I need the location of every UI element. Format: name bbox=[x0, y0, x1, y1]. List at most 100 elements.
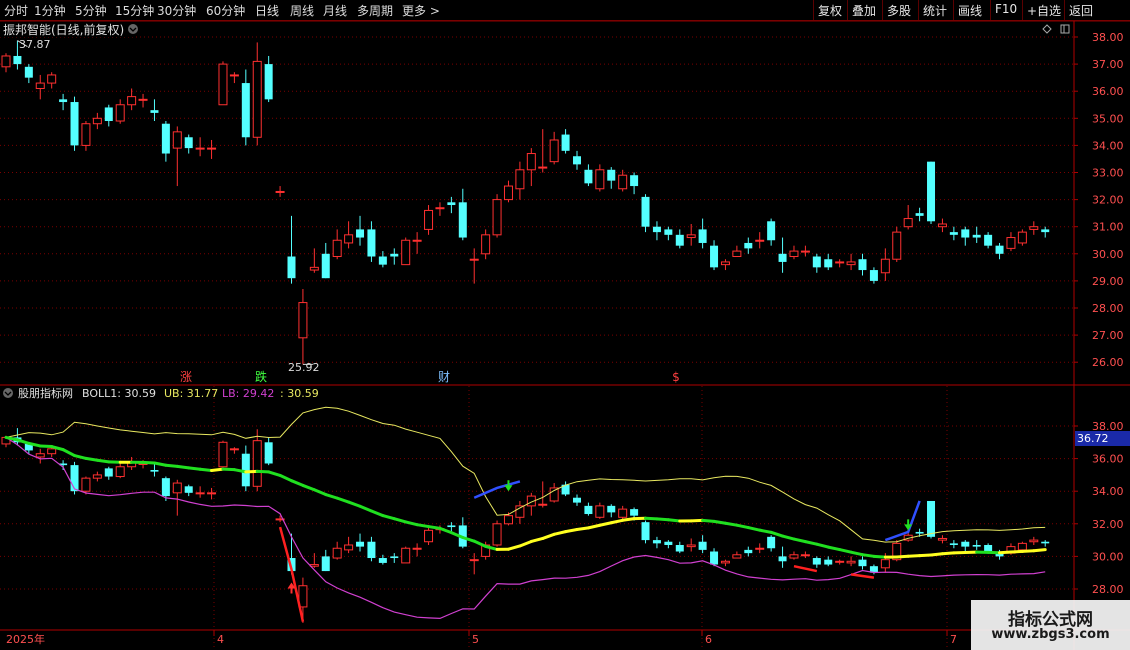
main-candle bbox=[424, 209, 434, 230]
middle-band-segment bbox=[849, 550, 864, 557]
ind-dropdown-icon bbox=[3, 388, 13, 398]
middle-band-segment bbox=[861, 553, 876, 558]
middle-band-segment bbox=[803, 540, 819, 546]
main-candle bbox=[367, 229, 376, 257]
middle-band-segment bbox=[644, 516, 659, 521]
ind-candle bbox=[195, 492, 205, 495]
ind-candle bbox=[710, 551, 719, 565]
ind-candle bbox=[1017, 542, 1027, 551]
ind-candle bbox=[846, 560, 856, 564]
y-tick-label: 30.00 bbox=[1092, 248, 1124, 261]
watermark-url: www.zbgs3.com bbox=[991, 627, 1110, 642]
middle-band-segment bbox=[141, 460, 156, 465]
main-candle bbox=[150, 110, 159, 113]
ind-candle bbox=[332, 547, 342, 559]
x-axis-label: 7 bbox=[950, 633, 957, 646]
ind-candle bbox=[469, 559, 479, 562]
main-candle bbox=[13, 55, 22, 65]
main-candle bbox=[161, 123, 170, 154]
ind-candle bbox=[824, 559, 833, 565]
event-marker: 财 bbox=[438, 370, 450, 384]
middle-band-segment bbox=[290, 479, 305, 487]
ind-candle bbox=[858, 559, 867, 567]
main-candle bbox=[378, 256, 387, 265]
main-candle bbox=[995, 245, 1004, 254]
ind-candle bbox=[584, 505, 593, 515]
middle-band-segment bbox=[198, 467, 214, 473]
main-candle bbox=[869, 270, 878, 281]
watermark: 指标公式网 www.zbgs3.com bbox=[971, 600, 1130, 650]
ind-candle bbox=[915, 531, 924, 534]
main-candle bbox=[321, 253, 330, 279]
main-candle bbox=[59, 99, 68, 103]
middle-band-segment bbox=[998, 550, 1013, 555]
main-candle bbox=[538, 166, 548, 169]
y-tick-label: 37.00 bbox=[1092, 58, 1124, 71]
ind-y-tick-label: 30.00 bbox=[1092, 550, 1124, 563]
main-candle bbox=[824, 259, 833, 268]
ind-candle bbox=[984, 544, 993, 552]
main-candle bbox=[720, 261, 730, 266]
ind-candle bbox=[367, 541, 376, 559]
middle-band-segment bbox=[758, 528, 773, 534]
main-candle bbox=[412, 239, 422, 242]
main-candle bbox=[458, 202, 467, 238]
main-candle bbox=[744, 242, 753, 249]
middle-band-segment bbox=[940, 551, 956, 556]
ind-candle bbox=[549, 487, 559, 502]
ind-y-tick-label: 28.00 bbox=[1092, 583, 1124, 596]
middle-band-segment bbox=[278, 473, 293, 483]
main-candle bbox=[92, 117, 102, 125]
ind-candle bbox=[835, 560, 845, 563]
main-candle bbox=[812, 256, 821, 268]
ind-candle bbox=[1041, 541, 1050, 544]
ind-candle bbox=[538, 503, 548, 506]
y-tick-label: 34.00 bbox=[1092, 139, 1124, 152]
main-candle bbox=[561, 134, 570, 151]
main-candle bbox=[332, 239, 342, 258]
main-candle bbox=[229, 74, 239, 77]
main-candle bbox=[686, 234, 696, 239]
main-candle bbox=[218, 63, 228, 106]
ind-y-tick-label: 34.00 bbox=[1092, 485, 1124, 498]
ind-candle bbox=[698, 541, 707, 550]
main-candle bbox=[241, 83, 250, 138]
main-candle bbox=[70, 102, 79, 146]
chart-area[interactable]: 38.00 37.00 36.00 35.00 34.00 33.00 32.00 31.00… bbox=[0, 0, 1130, 650]
main-candle bbox=[138, 98, 148, 101]
ind-candle bbox=[675, 544, 684, 552]
y-tick-label: 33.00 bbox=[1092, 167, 1124, 180]
event-marker: 涨 bbox=[180, 369, 192, 384]
middle-band-segment bbox=[73, 454, 88, 460]
middle-band-segment bbox=[175, 464, 191, 470]
middle-band-segment bbox=[472, 539, 488, 548]
middle-band-segment bbox=[609, 518, 625, 525]
ind-candle bbox=[344, 544, 354, 551]
ind-candle bbox=[321, 556, 330, 572]
blue-signal-line bbox=[473, 480, 521, 499]
main-candle bbox=[835, 261, 845, 264]
main-candle bbox=[81, 123, 91, 146]
middle-band-segment bbox=[392, 517, 408, 524]
y-tick-label: 26.00 bbox=[1092, 356, 1124, 369]
middle-band-segment bbox=[781, 534, 796, 541]
middle-band-segment bbox=[1032, 548, 1047, 553]
middle-band-segment bbox=[918, 553, 933, 558]
ind-candle bbox=[573, 497, 581, 503]
main-candle bbox=[207, 147, 217, 150]
ind-candle bbox=[492, 523, 502, 546]
main-candle bbox=[778, 253, 787, 262]
main-candle bbox=[172, 131, 182, 149]
main-candle bbox=[344, 234, 354, 244]
middle-band-segment bbox=[723, 521, 739, 527]
ind-candle bbox=[664, 541, 673, 545]
ind-candle bbox=[218, 441, 228, 468]
main-candle bbox=[846, 261, 856, 266]
ind-candle bbox=[630, 509, 639, 516]
middle-band-segment bbox=[655, 517, 670, 522]
middle-band-segment bbox=[95, 458, 111, 464]
middle-band-segment bbox=[586, 523, 602, 530]
main-candle bbox=[618, 174, 628, 190]
main-candle bbox=[275, 190, 285, 193]
ind-candle bbox=[949, 543, 958, 545]
